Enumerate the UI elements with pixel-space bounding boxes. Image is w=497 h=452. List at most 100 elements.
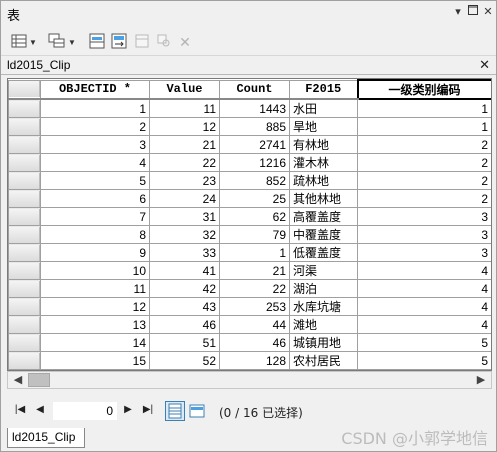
table-cell[interactable]: 湖泊 — [289, 279, 358, 298]
table-row[interactable]: 4 22 1216 灌木林 2 — [8, 153, 491, 172]
table-cell[interactable]: 旱地 — [289, 117, 358, 136]
table-cell[interactable]: 1443 — [219, 98, 290, 118]
table-cell[interactable]: 3 — [357, 207, 491, 226]
table-cell[interactable]: 3 — [357, 243, 491, 262]
table-cell[interactable]: 14 — [40, 333, 150, 352]
scrollbar-thumb[interactable] — [28, 373, 50, 387]
table-cell[interactable]: 79 — [219, 225, 290, 244]
table-row[interactable]: 9 33 1 低覆盖度 3 — [8, 243, 491, 262]
table-cell[interactable]: 46 — [219, 333, 290, 352]
next-record-icon[interactable]: ▶ — [121, 404, 135, 415]
table-cell[interactable]: 22 — [219, 279, 290, 298]
table-cell[interactable]: 32 — [149, 225, 220, 244]
table-row[interactable]: 3 21 2741 有林地 2 — [8, 135, 491, 154]
table-cell[interactable]: 4 — [357, 261, 491, 280]
table-cell[interactable]: 23 — [149, 171, 220, 190]
table-cell[interactable]: 15 — [40, 351, 150, 370]
select-all-cell[interactable] — [8, 79, 41, 100]
table-cell[interactable]: 43 — [149, 297, 220, 316]
table-row[interactable]: 14 51 46 城镇用地 5 — [8, 333, 491, 352]
table-cell[interactable]: 4 — [357, 315, 491, 334]
table-cell[interactable]: 42 — [149, 279, 220, 298]
row-selector[interactable] — [8, 297, 41, 316]
table-cell[interactable]: 11 — [40, 279, 150, 298]
table-cell[interactable]: 41 — [149, 261, 220, 280]
scroll-right-icon[interactable]: ▶ — [473, 373, 489, 387]
table-cell[interactable]: 10 — [40, 261, 150, 280]
table-cell[interactable]: 高覆盖度 — [289, 207, 358, 226]
table-cell[interactable]: 6 — [40, 189, 150, 208]
delete-selected-button[interactable]: ✕ — [177, 32, 193, 52]
table-cell[interactable]: 852 — [219, 171, 290, 190]
table-cell[interactable]: 52 — [149, 351, 220, 370]
table-row[interactable]: 6 24 25 其他林地 2 — [8, 189, 491, 208]
table-cell[interactable]: 滩地 — [289, 315, 358, 334]
table-row[interactable]: 12 43 253 水库坑塘 4 — [8, 297, 491, 316]
table-cell[interactable]: 农村居民 — [289, 351, 358, 370]
row-selector[interactable] — [8, 117, 41, 136]
column-header[interactable]: 一级类别编码 — [356, 79, 491, 100]
table-cell[interactable]: 3 — [40, 135, 150, 154]
table-cell[interactable]: 8 — [40, 225, 150, 244]
row-selector[interactable] — [8, 333, 41, 352]
table-cell[interactable]: 1 — [40, 98, 150, 118]
row-selector[interactable] — [8, 135, 41, 154]
table-cell[interactable]: 13 — [40, 315, 150, 334]
zoom-to-selected-button[interactable] — [155, 32, 173, 52]
row-selector[interactable] — [8, 351, 41, 370]
table-cell[interactable]: 4 — [357, 279, 491, 298]
show-all-records-button[interactable] — [165, 401, 185, 421]
table-row[interactable]: 2 12 885 旱地 1 — [8, 117, 491, 136]
record-number-input[interactable]: 0 — [53, 402, 117, 420]
table-cell[interactable]: 24 — [149, 189, 220, 208]
table-cell[interactable]: 水库坑塘 — [289, 297, 358, 316]
table-cell[interactable]: 885 — [219, 117, 290, 136]
table-cell[interactable]: 2 — [357, 189, 491, 208]
layer-tab-title[interactable]: ld2015_Clip — [7, 58, 70, 72]
column-header[interactable]: OBJECTID * — [40, 79, 150, 100]
close-icon[interactable]: ✕ — [481, 5, 495, 19]
table-cell[interactable]: 2 — [40, 117, 150, 136]
last-record-icon[interactable]: ▶| — [141, 404, 155, 415]
row-selector[interactable] — [8, 315, 41, 334]
table-cell[interactable]: 其他林地 — [289, 189, 358, 208]
scroll-left-icon[interactable]: ◀ — [10, 373, 26, 387]
pin-down-icon[interactable]: ▾ — [451, 5, 465, 19]
table-cell[interactable]: 4 — [357, 297, 491, 316]
table-cell[interactable]: 4 — [40, 153, 150, 172]
table-cell[interactable]: 12 — [40, 297, 150, 316]
row-selector[interactable] — [8, 243, 41, 262]
table-cell[interactable]: 7 — [40, 207, 150, 226]
row-selector[interactable] — [8, 279, 41, 298]
table-cell[interactable]: 5 — [357, 351, 491, 370]
column-header[interactable]: Value — [149, 79, 220, 100]
show-selected-records-button[interactable] — [187, 401, 207, 421]
table-cell[interactable]: 11 — [149, 98, 220, 118]
table-cell[interactable]: 5 — [357, 333, 491, 352]
table-cell[interactable]: 22 — [149, 153, 220, 172]
table-row[interactable]: 8 32 79 中覆盖度 3 — [8, 225, 491, 244]
table-cell[interactable]: 城镇用地 — [289, 333, 358, 352]
row-selector[interactable] — [8, 189, 41, 208]
table-cell[interactable]: 253 — [219, 297, 290, 316]
row-selector[interactable] — [8, 207, 41, 226]
table-cell[interactable]: 1216 — [219, 153, 290, 172]
table-row[interactable]: 15 52 128 农村居民 5 — [8, 351, 491, 370]
table-cell[interactable]: 128 — [219, 351, 290, 370]
table-cell[interactable]: 46 — [149, 315, 220, 334]
table-cell[interactable]: 2 — [357, 171, 491, 190]
row-selector[interactable] — [8, 261, 41, 280]
column-header[interactable]: F2015 — [289, 79, 358, 100]
table-cell[interactable]: 2741 — [219, 135, 290, 154]
clear-selection-button[interactable] — [133, 32, 151, 52]
table-cell[interactable]: 33 — [149, 243, 220, 262]
previous-record-icon[interactable]: ◀ — [33, 404, 47, 415]
table-cell[interactable]: 25 — [219, 189, 290, 208]
table-cell[interactable]: 1 — [357, 117, 491, 136]
table-row[interactable]: 1 11 1443 水田 1 — [8, 98, 491, 118]
switch-selection-button[interactable] — [109, 32, 129, 52]
row-selector[interactable] — [8, 171, 41, 190]
table-cell[interactable]: 有林地 — [289, 135, 358, 154]
column-header[interactable]: Count — [219, 79, 290, 100]
table-cell[interactable]: 3 — [357, 225, 491, 244]
